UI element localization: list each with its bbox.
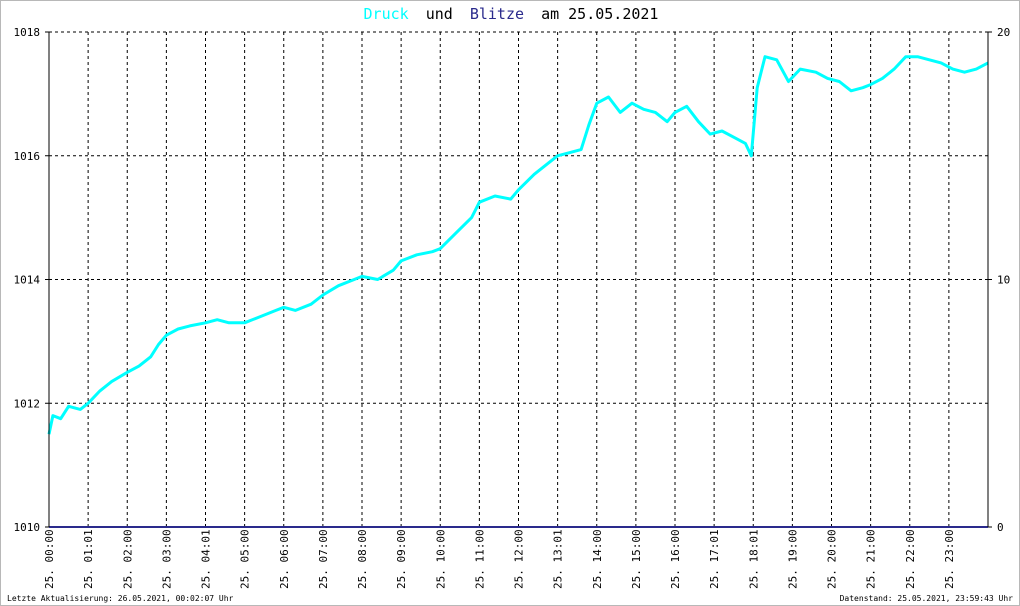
title-series1: Druck xyxy=(364,5,409,23)
x-tick-label: 25. 20:00 xyxy=(826,529,839,589)
x-tick-label: 25. 09:00 xyxy=(395,529,408,589)
y-left-tick-label: 1018 xyxy=(14,26,41,39)
x-tick-label: 25. 19:00 xyxy=(786,529,799,589)
x-axis: 25. 00:00 25. 01:01 25. 02:00 25. 03:00 25. … xyxy=(43,529,956,589)
x-tick-label: 25. 18:01 xyxy=(747,529,760,589)
x-tick-label: 25. 00:00 xyxy=(43,529,56,589)
y-axis-left: 1010 1012 1014 1016 1018 xyxy=(14,26,49,534)
chart-title: Druck und Blitze am 25.05.2021 xyxy=(364,5,659,23)
y-left-tick-label: 1014 xyxy=(14,274,41,287)
y-right-tick-label: 0 xyxy=(997,521,1004,534)
x-tick-label: 25. 05:00 xyxy=(239,529,252,589)
y-right-tick-label: 20 xyxy=(997,26,1010,39)
x-tick-label: 25. 13:01 xyxy=(552,529,565,589)
x-tick-label: 25. 04:01 xyxy=(200,529,213,589)
title-series2: Blitze xyxy=(470,5,524,23)
x-tick-label: 25. 08:00 xyxy=(356,529,369,589)
footer-last-update: Letzte Aktualisierung: 26.05.2021, 00:02… xyxy=(7,594,234,603)
x-tick-label: 25. 17:01 xyxy=(708,529,721,589)
x-tick-label: 25. 01:01 xyxy=(82,529,95,589)
series-line-druck xyxy=(47,55,989,435)
x-tick-label: 25. 07:00 xyxy=(317,529,330,589)
title-connector: und xyxy=(426,5,453,23)
footer-data-status: Datenstand: 25.05.2021, 23:59:43 Uhr xyxy=(840,594,1014,603)
y-right-tick-label: 10 xyxy=(997,274,1010,287)
x-tick-label: 25. 06:00 xyxy=(278,529,291,589)
x-tick-label: 25. 11:00 xyxy=(473,529,486,589)
x-tick-label: 25. 03:00 xyxy=(160,529,173,589)
x-tick-label: 25. 14:00 xyxy=(591,529,604,589)
y-left-tick-label: 1010 xyxy=(14,521,41,534)
chart-frame: Druck und Blitze am 25.05.2021 1010 1012 1… xyxy=(0,0,1020,606)
grid-lines xyxy=(49,31,988,527)
x-tick-label: 25. 12:00 xyxy=(513,529,526,589)
x-tick-label: 25. 23:00 xyxy=(943,529,956,589)
title-suffix: am 25.05.2021 xyxy=(541,5,658,23)
chart: Druck und Blitze am 25.05.2021 101010121… xyxy=(7,5,1014,603)
x-tick-label: 25. 16:00 xyxy=(669,529,682,589)
x-tick-label: 25. 22:00 xyxy=(904,529,917,589)
y-left-tick-label: 1016 xyxy=(14,150,41,163)
x-tick-label: 25. 02:00 xyxy=(121,529,134,589)
y-axis-right: 0 10 20 xyxy=(988,26,1010,534)
x-tick-label: 25. 21:00 xyxy=(865,529,878,589)
y-left-tick-label: 1012 xyxy=(14,397,41,410)
x-tick-label: 25. 10:00 xyxy=(434,529,447,589)
x-tick-label: 25. 15:00 xyxy=(630,529,643,589)
